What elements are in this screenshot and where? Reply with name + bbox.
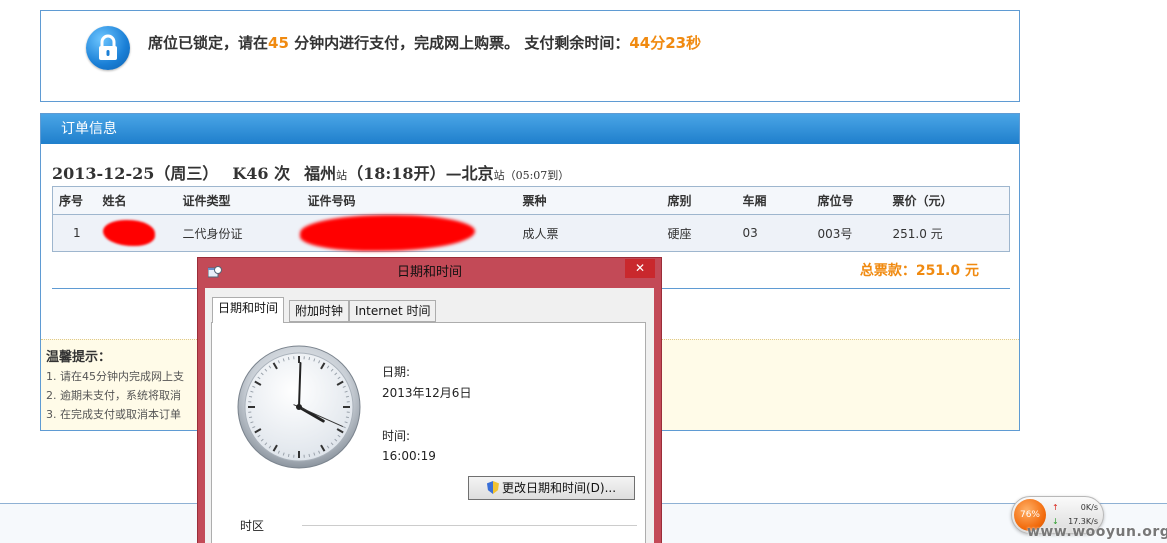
depart-time: （18:18开） — [347, 164, 446, 183]
change-datetime-label: 更改日期和时间(D)... — [501, 481, 617, 495]
lock-text-middle: 分钟内进行支付，完成网上购票。 支付剩余时间： — [288, 34, 630, 52]
cell-name — [96, 214, 177, 252]
time-value: 16:00:19 — [382, 449, 436, 463]
analog-clock — [237, 345, 361, 469]
to-station: 北京 — [461, 164, 494, 183]
datetime-dialog: 日期和时间 ✕ 日期和时间 附加时钟 Internet 时间 日期: 2013年… — [197, 257, 662, 543]
total-amount: 总票款：251.0 元 — [859, 263, 979, 279]
cell-seat-class: 硬座 — [661, 214, 737, 252]
to-station-suffix: 站 — [493, 169, 505, 182]
table-header-row: 序号 姓名 证件类型 证件号码 票种 席别 车厢 席位号 票价（元） — [52, 186, 1010, 215]
from-station: 福州 — [304, 164, 337, 183]
clock-minute-tick — [287, 453, 290, 457]
time-label: 时间: — [382, 429, 411, 443]
remaining-time: 44分23秒 — [629, 34, 702, 52]
redaction-mark — [102, 220, 155, 246]
dialog-body: 日期和时间 附加时钟 Internet 时间 日期: 2013年12月6日 时间… — [205, 288, 654, 543]
column-header: 票价（元） — [886, 186, 1010, 215]
cell-car: 03 — [736, 214, 812, 252]
column-header: 证件类型 — [176, 186, 302, 215]
list-item: 2. 逾期未支付，系统将取消 — [46, 389, 181, 402]
change-datetime-button[interactable]: 更改日期和时间(D)... — [468, 476, 635, 500]
lock-icon — [86, 26, 130, 70]
cell-seat-no: 003号 — [811, 214, 887, 252]
from-station-suffix: 站 — [336, 169, 348, 182]
tab-additional-clocks[interactable]: 附加时钟 — [289, 300, 350, 322]
column-header: 姓名 — [96, 186, 177, 215]
tips-list: 1. 请在45分钟内完成网上支 2. 逾期未支付，系统将取消 3. 在完成支付或… — [46, 367, 184, 424]
column-header: 序号 — [52, 186, 97, 215]
dialog-title: 日期和时间 — [396, 265, 462, 280]
trip-summary: 2013-12-25（周三） K46 次福州站（18:18开）—北京站（05:07… — [52, 160, 569, 184]
trip-date: 2013-12-25（周三） — [52, 164, 219, 183]
timezone-label: 时区 — [240, 519, 265, 533]
column-header: 席位号 — [811, 186, 887, 215]
uac-shield-icon — [486, 481, 499, 494]
column-header: 席别 — [661, 186, 737, 215]
order-header: 订单信息 — [41, 114, 1019, 144]
cell-price: 251.0 元 — [886, 214, 1010, 252]
cell-no: 1 — [52, 214, 97, 252]
train-number: K46 次 — [232, 164, 291, 183]
lock-message: 席位已锁定，请在45 分钟内进行支付，完成网上购票。 支付剩余时间：44分23秒 — [148, 32, 701, 53]
clock-minute-tick — [249, 395, 253, 398]
tab-internet-time[interactable]: Internet 时间 — [349, 300, 437, 322]
cell-id-number — [299, 214, 517, 252]
clock-minute-tick — [249, 416, 253, 419]
column-header: 车厢 — [736, 186, 812, 215]
close-button[interactable]: ✕ — [625, 259, 655, 278]
lock-banner: 席位已锁定，请在45 分钟内进行支付，完成网上购票。 支付剩余时间：44分23秒 — [40, 10, 1020, 102]
datetime-app-icon — [208, 266, 222, 278]
watermark: www.wooyun.org — [1027, 524, 1167, 540]
arrive-time: （05:07到） — [504, 169, 570, 182]
column-header: 证件号码 — [301, 186, 517, 215]
clock-minute-tick — [308, 357, 311, 361]
upload-arrow-icon: ↑ — [1052, 503, 1059, 512]
clock-minute-tick — [287, 357, 290, 361]
lock-minutes: 45 — [268, 34, 289, 52]
date-value: 2013年12月6日 — [382, 386, 472, 400]
cell-ticket-type: 成人票 — [516, 214, 662, 252]
tab-date-time[interactable]: 日期和时间 — [212, 297, 285, 323]
column-header: 票种 — [516, 186, 662, 215]
lock-text-before: 席位已锁定，请在 — [148, 34, 269, 52]
trip-dash: — — [445, 164, 462, 183]
upload-speed: ↑ 0K/s — [1052, 503, 1098, 512]
dialog-titlebar[interactable]: 日期和时间 ✕ — [198, 258, 661, 288]
table-row: 1 二代身份证 成人票 硬座 03 003号 251.0 元 — [52, 214, 1010, 252]
tips-title: 温馨提示： — [46, 350, 112, 365]
timezone-divider — [302, 525, 637, 526]
tab-page: 日期: 2013年12月6日 时间: 16:00:19 更改日期和时间(D)..… — [211, 322, 646, 543]
cell-id-type: 二代身份证 — [176, 214, 302, 252]
clock-minute-tick — [345, 416, 349, 419]
list-item: 3. 在完成支付或取消本订单 — [46, 408, 181, 421]
date-label: 日期: — [382, 365, 411, 379]
ticket-table: 序号 姓名 证件类型 证件号码 票种 席别 车厢 席位号 票价（元） 1 二代身… — [52, 186, 1010, 252]
redaction-mark — [299, 215, 475, 251]
clock-minute-tick — [308, 453, 311, 457]
list-item: 1. 请在45分钟内完成网上支 — [46, 370, 184, 383]
upload-speed-value: 0K/s — [1080, 503, 1098, 512]
clock-minute-tick — [345, 395, 349, 398]
